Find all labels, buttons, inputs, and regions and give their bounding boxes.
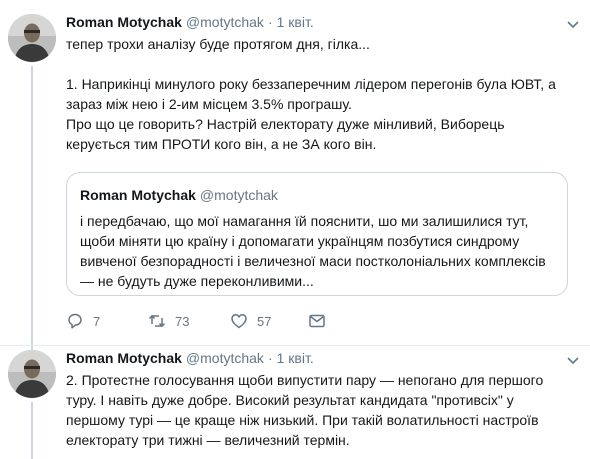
quoted-tweet[interactable]: Roman Motychak @motytchak і передбачаю, щ… <box>66 172 568 296</box>
quoted-author-name: Roman Motychak <box>80 187 196 203</box>
tweet-text-line: туру. І навіть дуже добре. Високий резул… <box>66 392 514 408</box>
tweet-actions: 7 73 57 <box>66 311 366 331</box>
tweet-text-line: тепер трохи аналізу буде протягом дня, г… <box>66 36 370 52</box>
tweet-text: тепер трохи аналізу буде протягом дня, г… <box>66 34 576 154</box>
tweet-2[interactable]: Roman Motychak @motytchak · 1 квіт. 2. Прот… <box>0 346 590 459</box>
chevron-down-icon[interactable] <box>566 17 580 31</box>
reply-button[interactable]: 7 <box>66 311 100 331</box>
tweet-text-line: 1. Наприкінці минулого року беззаперечни… <box>66 76 556 92</box>
avatar-photo-icon <box>8 14 56 62</box>
quoted-text-line: — не будуть дуже переконливими... <box>80 273 314 289</box>
tweet-header: Roman Motychak @motytchak · 1 квіт. <box>66 14 314 30</box>
tweet-text-line: 2. Протестне голосування щоби випустити … <box>66 372 544 388</box>
quoted-text-line: і передбачаю, що мої намагання їй поясни… <box>80 213 529 229</box>
tweet-text-line: першому турі — це краще ніж низький. При… <box>66 412 539 428</box>
avatar[interactable] <box>8 14 56 62</box>
direct-message-button[interactable] <box>308 311 326 331</box>
separator-dot: · <box>267 350 273 366</box>
avatar-photo-icon <box>8 350 56 398</box>
author-name[interactable]: Roman Motychak <box>66 14 182 30</box>
retweet-button[interactable]: 73 <box>148 311 189 331</box>
timestamp[interactable]: 1 квіт. <box>277 350 314 366</box>
like-button[interactable]: 57 <box>230 311 271 331</box>
envelope-icon <box>309 314 325 328</box>
quoted-text-line: щоби міняти цю країну і допомагати украї… <box>80 233 520 249</box>
tweet-text: 2. Протестне голосування щоби випустити … <box>66 370 576 450</box>
author-name[interactable]: Roman Motychak <box>66 350 182 366</box>
reply-count: 7 <box>93 313 101 329</box>
thread-line <box>31 66 33 345</box>
reply-icon <box>68 313 82 329</box>
heart-icon <box>231 314 247 329</box>
retweet-icon <box>148 314 166 328</box>
retweet-count: 73 <box>175 313 190 329</box>
separator-dot: · <box>267 14 273 30</box>
timestamp[interactable]: 1 квіт. <box>277 14 314 30</box>
tweet-text-line: Про що це говорить? Настрій електорату д… <box>66 116 505 132</box>
tweet-text-line: зараз між нею і 2-им місцем 3.5% програш… <box>66 96 352 112</box>
tweet-1[interactable]: Roman Motychak @motytchak · 1 квіт. тепер т… <box>0 0 590 346</box>
author-handle[interactable]: @motytchak <box>186 14 264 30</box>
quoted-tweet-text: і передбачаю, що мої намагання їй поясни… <box>80 211 560 291</box>
author-handle[interactable]: @motytchak <box>186 350 264 366</box>
chevron-down-icon[interactable] <box>566 353 580 367</box>
thread-line <box>31 402 33 459</box>
quoted-text-line: вивченої безпорадності і величезної маси… <box>80 253 546 269</box>
quoted-tweet-header: Roman Motychak @motytchak <box>80 187 278 203</box>
tweet-header: Roman Motychak @motytchak · 1 квіт. <box>66 350 314 366</box>
avatar[interactable] <box>8 350 56 398</box>
quoted-author-handle: @motytchak <box>199 187 278 203</box>
tweet-text-line: керується тим ПРОТИ кого він, а не ЗА ко… <box>66 136 377 152</box>
like-count: 57 <box>257 313 272 329</box>
tweet-text-line: електорату три тижні — величезний термін… <box>66 432 350 448</box>
